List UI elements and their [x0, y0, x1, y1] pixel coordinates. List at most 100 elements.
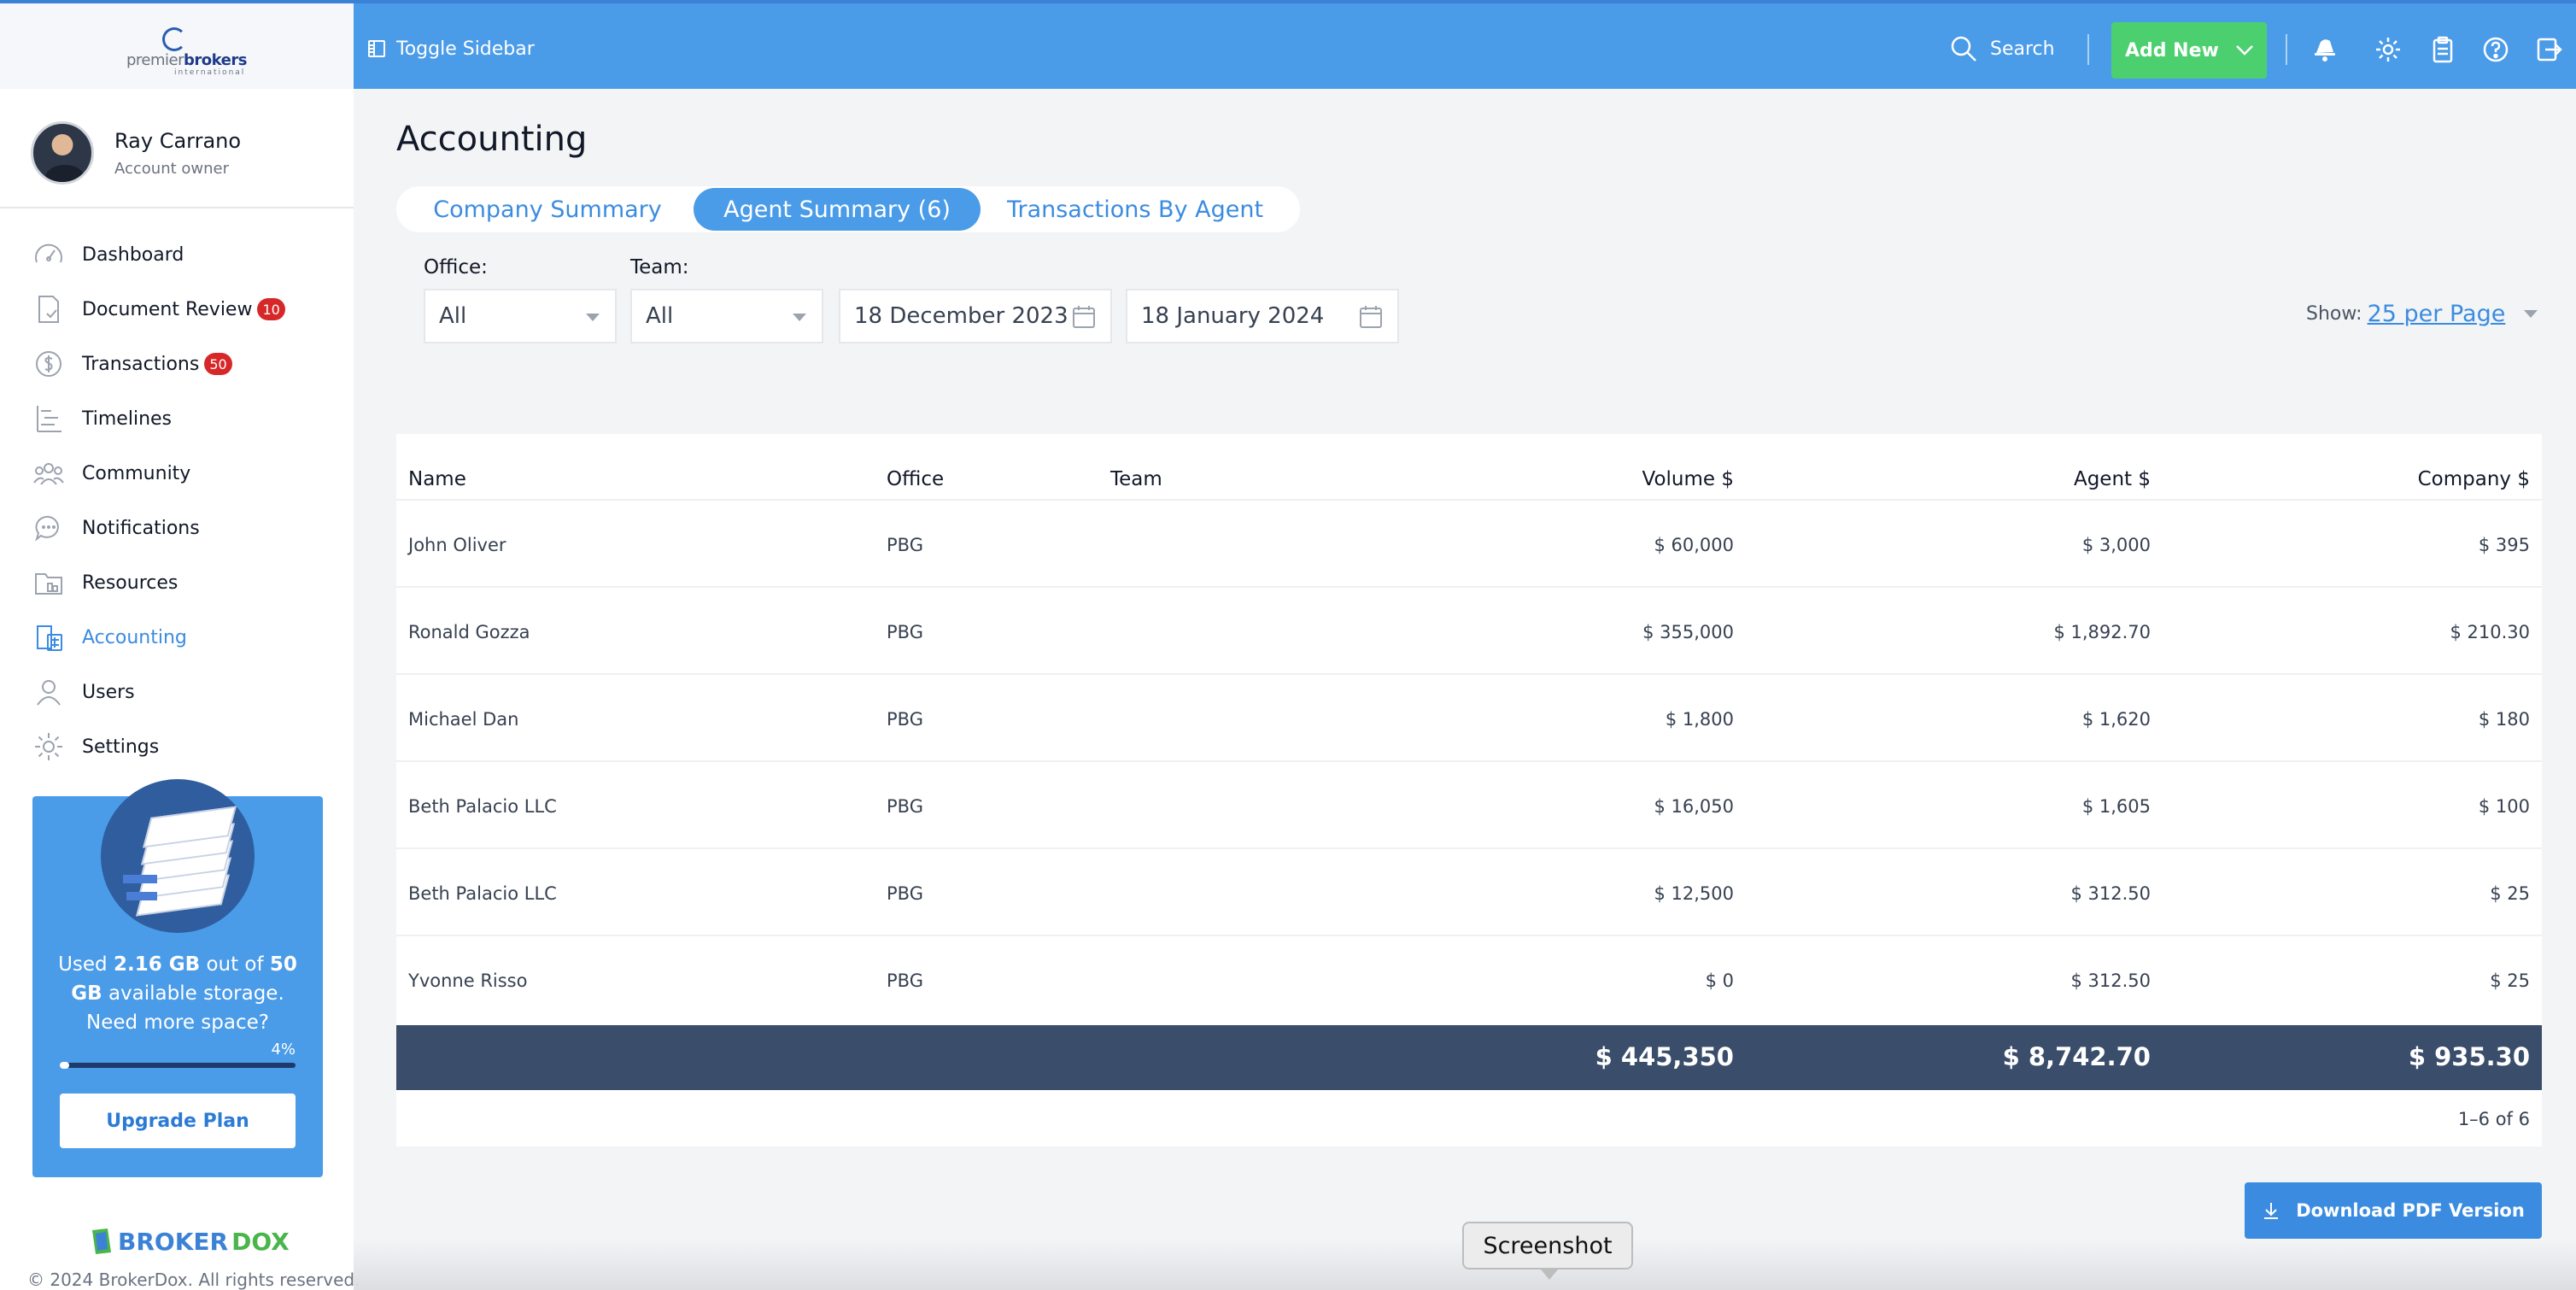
caret-down-icon [793, 314, 806, 321]
logout-icon[interactable] [2535, 36, 2562, 63]
caret-down-icon[interactable] [2524, 310, 2538, 318]
sidebar-item-resources[interactable]: Resources [0, 555, 354, 610]
accounting-tabs: Company Summary Agent Summary (6) Transa… [396, 186, 1300, 232]
calculator-icon [37, 625, 62, 651]
help-icon[interactable] [2482, 36, 2509, 63]
logo-subtext: international [174, 68, 246, 77]
table-row: Yvonne Risso PBG $ 0 $ 312.50 $ 25 [396, 935, 2542, 1022]
cell-name: Yvonne Risso [408, 970, 528, 991]
column-header-team[interactable]: Team [1110, 468, 1162, 490]
cell-company: $ 100 [2478, 796, 2530, 817]
tab-company-summary[interactable]: Company Summary [398, 188, 697, 231]
date-from-input[interactable]: 18 December 2023 [839, 289, 1112, 343]
avatar [31, 121, 94, 185]
cell-office: PBG [887, 709, 923, 730]
screenshot-tooltip: Screenshot [1462, 1222, 1633, 1280]
calendar-icon[interactable] [1358, 304, 1384, 330]
calendar-icon[interactable] [1071, 304, 1097, 330]
tab-transactions-by-agent[interactable]: Transactions By Agent [986, 188, 1285, 231]
user-role: Account owner [114, 159, 230, 178]
column-header-volume[interactable]: Volume $ [1642, 468, 1735, 490]
gear-icon [35, 733, 62, 760]
divider [0, 207, 354, 208]
column-header-name[interactable]: Name [408, 468, 466, 490]
cell-agent: $ 312.50 [2070, 970, 2151, 991]
cell-volume: $ 1,800 [1665, 709, 1734, 730]
search-button[interactable]: Search [1949, 34, 2055, 63]
cell-company: $ 210.30 [2450, 622, 2530, 642]
copyright-text: © 2024 BrokerDox. All rights reserved. [27, 1269, 360, 1290]
cell-company: $ 25 [2490, 970, 2530, 991]
cell-volume: $ 12,500 [1654, 883, 1734, 904]
sidebar-item-document-review[interactable]: Document Review 10 [0, 282, 354, 337]
sidebar-item-settings[interactable]: Settings [0, 719, 354, 774]
logo-mark: premierbrokers international [126, 24, 247, 77]
logo[interactable]: premierbrokers international [0, 3, 354, 89]
cell-company: $ 180 [2478, 709, 2530, 730]
timeline-icon [37, 406, 61, 432]
sidebar-item-label: Notifications [82, 517, 200, 539]
cell-name: Beth Palacio LLC [408, 796, 557, 817]
cell-office: PBG [887, 970, 923, 991]
storage-progress-fill [60, 1062, 70, 1069]
sidebar: Ray Carrano Account owner Dashboard Docu… [0, 89, 360, 1290]
sidebar-item-label: Timelines [82, 408, 173, 430]
chat-bubble-icon [35, 515, 59, 542]
add-new-button[interactable]: Add New [2111, 22, 2267, 79]
column-header-agent[interactable]: Agent $ [2074, 468, 2151, 490]
per-page-control: Show: 25 per Page [2306, 301, 2538, 327]
sidebar-item-transactions[interactable]: Transactions 50 [0, 337, 354, 391]
logo-text-part2: brokers [184, 51, 247, 69]
cell-name: Beth Palacio LLC [408, 883, 557, 904]
sidebar-item-accounting[interactable]: Accounting [0, 610, 354, 665]
total-company: $ 935.30 [2408, 1042, 2530, 1071]
count-badge: 50 [204, 353, 232, 375]
dollar-coin-icon [36, 351, 61, 377]
column-header-company[interactable]: Company $ [2418, 468, 2530, 490]
upgrade-plan-button[interactable]: Upgrade Plan [60, 1094, 296, 1148]
cell-company: $ 395 [2478, 535, 2530, 555]
cell-company: $ 25 [2490, 883, 2530, 904]
office-filter-label: Office: [424, 256, 488, 279]
toggle-sidebar-button[interactable]: Toggle Sidebar [367, 36, 535, 62]
sidebar-item-label: Dashboard [82, 243, 184, 266]
sidebar-item-label: Transactions [82, 353, 200, 375]
document-stack-icon [101, 779, 255, 933]
sidebar-item-label: Users [82, 681, 135, 703]
speedometer-icon [35, 243, 62, 263]
sidebar-item-label: Settings [82, 736, 160, 758]
chevron-down-icon[interactable] [2222, 22, 2267, 79]
sidebar-item-notifications[interactable]: Notifications [0, 501, 354, 555]
storage-percent: 4% [271, 1041, 296, 1058]
cell-agent: $ 312.50 [2070, 883, 2151, 904]
cell-name: Ronald Gozza [408, 622, 530, 642]
team-select[interactable]: All [630, 289, 823, 343]
bell-icon[interactable] [2311, 36, 2339, 63]
page-title: Accounting [396, 120, 588, 159]
office-select[interactable]: All [424, 289, 617, 343]
table-row: Beth Palacio LLC PBG $ 12,500 $ 312.50 $… [396, 847, 2542, 935]
sidebar-item-community[interactable]: Community [0, 446, 354, 501]
clipboard-icon[interactable] [2429, 36, 2456, 63]
sidebar-item-users[interactable]: Users [0, 665, 354, 719]
tab-agent-summary[interactable]: Agent Summary (6) [694, 188, 981, 231]
cell-name: Michael Dan [408, 709, 519, 730]
date-to-input[interactable]: 18 January 2024 [1126, 289, 1399, 343]
user-profile[interactable]: Ray Carrano Account owner [31, 121, 241, 185]
table-row: Ronald Gozza PBG $ 355,000 $ 1,892.70 $ … [396, 586, 2542, 673]
column-header-office[interactable]: Office [887, 468, 944, 490]
search-label: Search [1990, 38, 2055, 60]
brokerdox-logo: BROKER DOX [89, 1227, 290, 1256]
cell-volume: $ 60,000 [1654, 535, 1734, 555]
cell-office: PBG [887, 883, 923, 904]
count-badge: 10 [257, 298, 285, 320]
people-icon [33, 463, 64, 485]
sidebar-item-timelines[interactable]: Timelines [0, 391, 354, 446]
gear-icon[interactable] [2374, 36, 2402, 63]
sidebar-toggle-icon [368, 40, 385, 57]
total-volume: $ 445,350 [1595, 1042, 1734, 1071]
sidebar-item-dashboard[interactable]: Dashboard [0, 227, 354, 282]
per-page-select[interactable]: 25 per Page [2368, 301, 2506, 327]
download-pdf-button[interactable]: Download PDF Version [2245, 1182, 2542, 1239]
show-label: Show: [2306, 303, 2362, 325]
